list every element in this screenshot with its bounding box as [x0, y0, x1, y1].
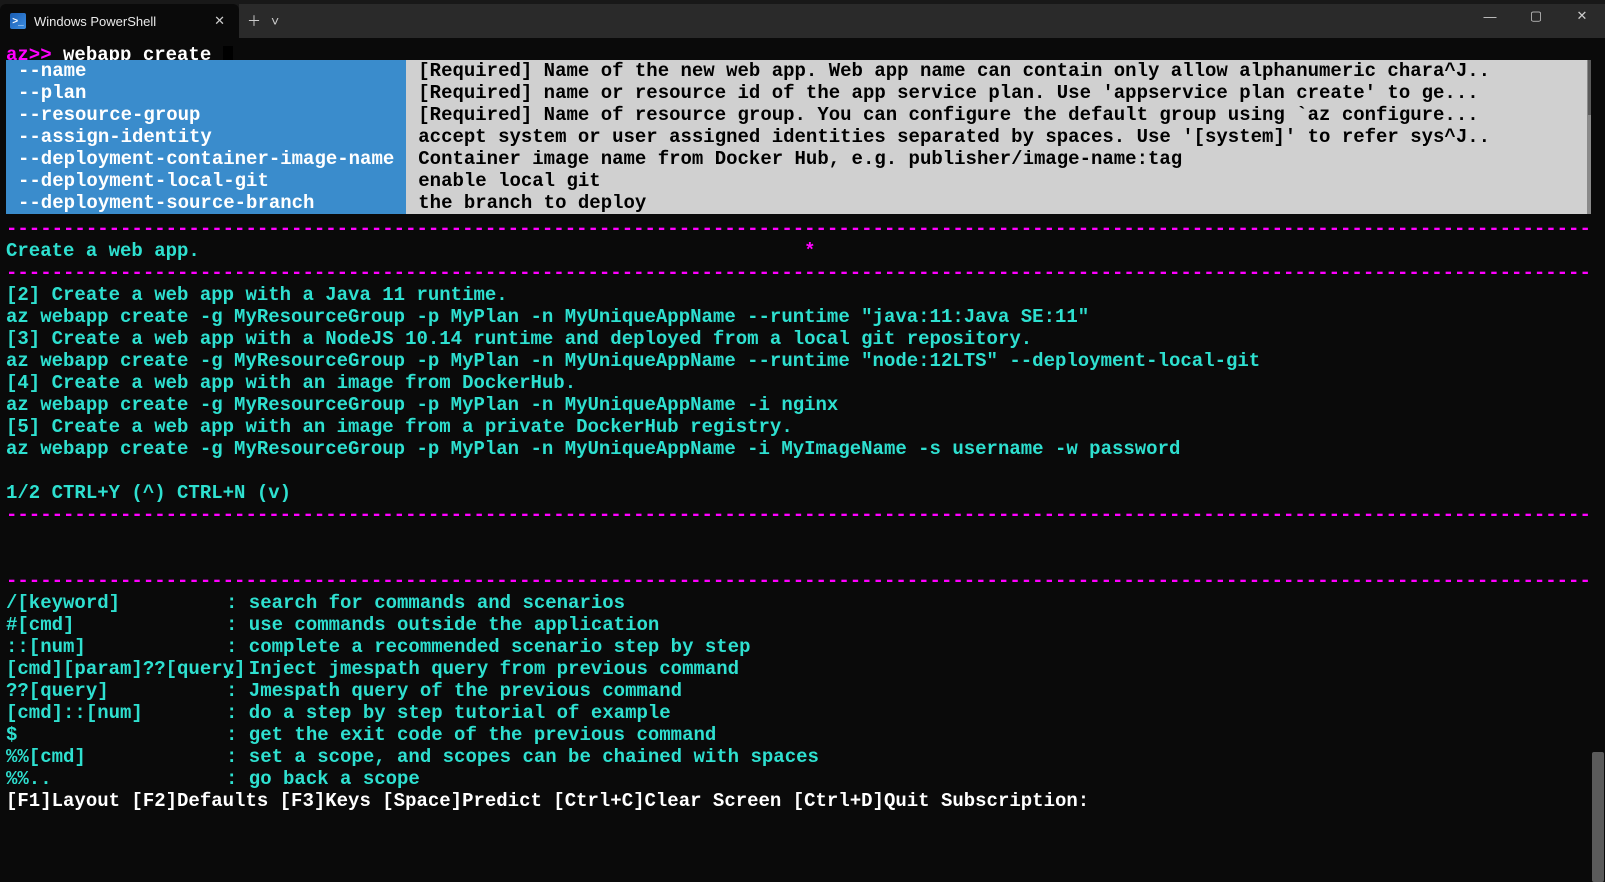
help-key: %%.. — [6, 768, 226, 790]
example-line: [4] Create a web app with an image from … — [6, 372, 1599, 394]
help-desc: : Jmespath query of the previous command — [226, 680, 682, 702]
titlebar: >_ Windows PowerShell ✕ ＋ ˅ — ▢ ✕ — [0, 0, 1605, 38]
flag-option[interactable]: --deployment-local-git — [6, 170, 406, 192]
help-key: %%[cmd] — [6, 746, 226, 768]
flag-option[interactable]: --name — [6, 60, 406, 82]
flag-description: [Required] name or resource id of the ap… — [406, 82, 1599, 104]
divider: ----------------------------------------… — [0, 218, 1605, 240]
close-tab-icon[interactable]: ✕ — [214, 13, 225, 29]
help-row: %%[cmd]: set a scope, and scopes can be … — [6, 746, 1599, 768]
pager-hint: 1/2 CTRL+Y (^) CTRL+N (v) — [0, 482, 1605, 504]
help-row: /[keyword]: search for commands and scen… — [6, 592, 1599, 614]
help-key: ??[query] — [6, 680, 226, 702]
flag-option[interactable]: --resource-group — [6, 104, 406, 126]
help-desc: : Inject jmespath query from previous co… — [226, 658, 739, 680]
divider: ----------------------------------------… — [0, 570, 1605, 592]
help-row: ??[query]: Jmespath query of the previou… — [6, 680, 1599, 702]
help-cheatsheet: /[keyword]: search for commands and scen… — [0, 592, 1605, 790]
terminal-scrollbar[interactable] — [1591, 38, 1605, 882]
section-title: Create a web app. — [6, 240, 200, 262]
footer-hotkeys: [F1]Layout [F2]Defaults [F3]Keys [Space]… — [0, 790, 1605, 812]
help-row: %%..: go back a scope — [6, 768, 1599, 790]
example-line: az webapp create -g MyResourceGroup -p M… — [6, 438, 1599, 460]
maximize-button[interactable]: ▢ — [1513, 0, 1559, 32]
flag-description: [Required] Name of the new web app. Web … — [406, 60, 1599, 82]
flag-option[interactable]: --deployment-container-image-name — [6, 148, 406, 170]
help-key: /[keyword] — [6, 592, 226, 614]
window-controls: — ▢ ✕ — [1467, 0, 1605, 32]
help-key: #[cmd] — [6, 614, 226, 636]
terminal[interactable]: az>> webapp create --name --plan --resou… — [0, 38, 1605, 812]
help-desc: : search for commands and scenarios — [226, 592, 625, 614]
minimize-button[interactable]: — — [1467, 0, 1513, 32]
flag-description: Container image name from Docker Hub, e.… — [406, 148, 1599, 170]
help-key: [cmd][param]??[query] — [6, 658, 226, 680]
flag-description: the branch to deploy — [406, 192, 1599, 214]
tab-title: Windows PowerShell — [34, 14, 156, 29]
section-title-line: Create a web app. * — [0, 240, 1605, 262]
example-line: az webapp create -g MyResourceGroup -p M… — [6, 306, 1599, 328]
example-line: [5] Create a web app with an image from … — [6, 416, 1599, 438]
new-tab-button[interactable]: ＋ — [247, 11, 261, 31]
example-line: az webapp create -g MyResourceGroup -p M… — [6, 350, 1599, 372]
help-desc: : complete a recommended scenario step b… — [226, 636, 751, 658]
help-row: #[cmd]: use commands outside the applica… — [6, 614, 1599, 636]
powershell-icon: >_ — [10, 13, 26, 29]
flag-option[interactable]: --assign-identity — [6, 126, 406, 148]
help-row: ::[num]: complete a recommended scenario… — [6, 636, 1599, 658]
example-line: [2] Create a web app with a Java 11 runt… — [6, 284, 1599, 306]
help-key: $ — [6, 724, 226, 746]
autocomplete-popup[interactable]: --name --plan --resource-group --assign-… — [6, 60, 1599, 214]
autocomplete-descriptions: [Required] Name of the new web app. Web … — [406, 60, 1599, 214]
flag-description: accept system or user assigned identitie… — [406, 126, 1599, 148]
tab-powershell[interactable]: >_ Windows PowerShell ✕ — [0, 4, 239, 38]
help-desc: : set a scope, and scopes can be chained… — [226, 746, 819, 768]
prompt-line[interactable]: az>> webapp create — [0, 38, 1605, 60]
flag-description: enable local git — [406, 170, 1599, 192]
flag-description: [Required] Name of resource group. You c… — [406, 104, 1599, 126]
help-desc: : use commands outside the application — [226, 614, 659, 636]
example-line: az webapp create -g MyResourceGroup -p M… — [6, 394, 1599, 416]
star-icon: * — [804, 240, 815, 262]
tab-dropdown-icon[interactable]: ˅ — [271, 13, 279, 29]
help-desc: : go back a scope — [226, 768, 420, 790]
tab-strip: ＋ ˅ — [239, 4, 1605, 38]
help-row: [cmd][param]??[query]: Inject jmespath q… — [6, 658, 1599, 680]
help-row: $: get the exit code of the previous com… — [6, 724, 1599, 746]
autocomplete-flags[interactable]: --name --plan --resource-group --assign-… — [6, 60, 406, 214]
divider: ----------------------------------------… — [0, 504, 1605, 526]
divider: ----------------------------------------… — [0, 262, 1605, 284]
flag-option[interactable]: --plan — [6, 82, 406, 104]
scrollbar-thumb[interactable] — [1592, 752, 1604, 882]
example-line: [3] Create a web app with a NodeJS 10.14… — [6, 328, 1599, 350]
flag-option[interactable]: --deployment-source-branch — [6, 192, 406, 214]
help-key: [cmd]::[num] — [6, 702, 226, 724]
help-row: [cmd]::[num]: do a step by step tutorial… — [6, 702, 1599, 724]
help-desc: : do a step by step tutorial of example — [226, 702, 671, 724]
examples: [2] Create a web app with a Java 11 runt… — [0, 284, 1605, 460]
help-key: ::[num] — [6, 636, 226, 658]
close-window-button[interactable]: ✕ — [1559, 0, 1605, 32]
help-desc: : get the exit code of the previous comm… — [226, 724, 716, 746]
